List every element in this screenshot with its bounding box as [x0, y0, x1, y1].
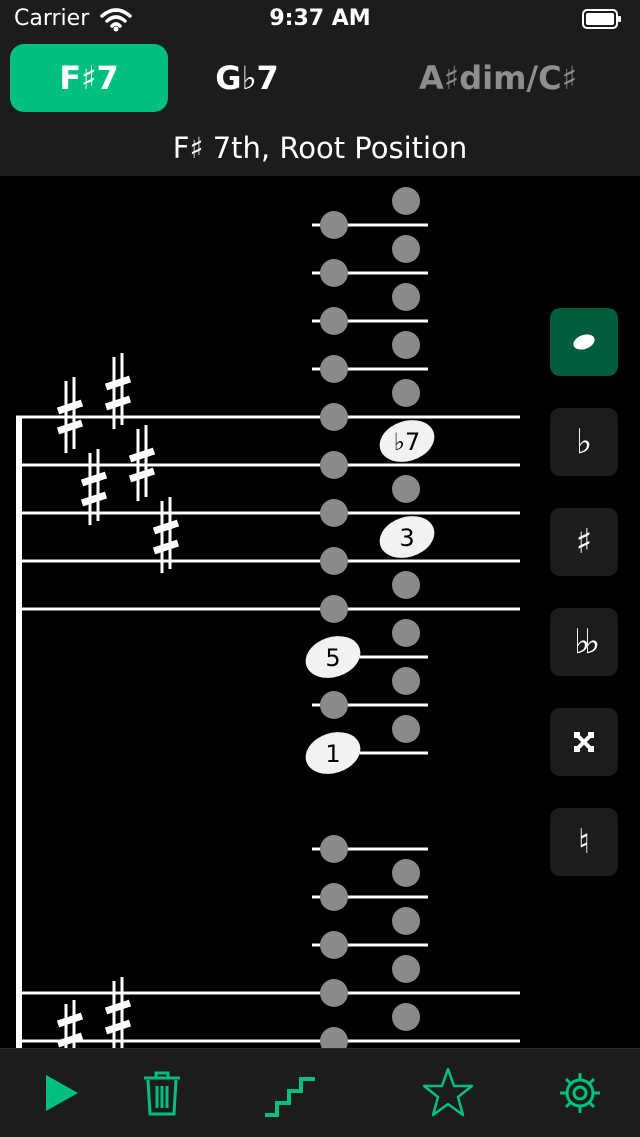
play-icon	[46, 1075, 78, 1111]
battery-icon	[582, 9, 621, 29]
tab-a-sharp-dim-c-sharp[interactable]: A♯dim/C♯	[386, 44, 610, 112]
sharp-icon: ♯	[575, 522, 593, 562]
natural-icon: ♮	[577, 822, 591, 862]
flat-icon: ♭	[575, 422, 593, 462]
gear-icon	[560, 1073, 600, 1113]
favorite-button[interactable]	[420, 1065, 476, 1121]
natural-button[interactable]: ♮	[550, 808, 618, 876]
bass-staff-lines	[16, 991, 520, 1043]
inversions-button[interactable]	[262, 1065, 318, 1121]
svg-text:♭7: ♭7	[394, 428, 421, 456]
settings-button[interactable]	[552, 1065, 608, 1121]
flat-button[interactable]: ♭	[550, 408, 618, 476]
music-staff[interactable]: ♭7 3 5 1	[0, 176, 640, 1048]
star-icon	[422, 1067, 474, 1117]
whole-note-icon	[573, 334, 595, 350]
svg-text:3: 3	[399, 524, 414, 552]
play-button[interactable]	[32, 1065, 88, 1121]
tab-g-flat-7[interactable]: G♭7	[180, 44, 314, 112]
double-flat-button[interactable]: ♭♭	[550, 608, 618, 676]
tab-f-sharp-7[interactable]: F♯7	[10, 44, 168, 112]
stairs-icon	[265, 1077, 315, 1117]
chord-note-root[interactable]: 1	[300, 725, 366, 780]
chord-note-flat-seventh[interactable]: ♭7	[374, 413, 440, 468]
double-sharp-button[interactable]	[550, 708, 618, 776]
double-flat-icon: ♭♭	[573, 622, 600, 662]
note-placeholders-left	[320, 211, 348, 1048]
whole-note-button[interactable]	[550, 308, 618, 376]
key-signature-sharps	[56, 353, 180, 1048]
double-sharp-icon	[574, 732, 594, 752]
treble-staff-lines	[16, 415, 520, 611]
chord-note-fifth[interactable]: 5	[300, 629, 366, 684]
sharp-button[interactable]: ♯	[550, 508, 618, 576]
svg-text:5: 5	[325, 644, 340, 672]
trash-icon	[144, 1071, 180, 1116]
bottom-toolbar	[0, 1048, 640, 1137]
delete-button[interactable]	[134, 1065, 190, 1121]
chord-note-third[interactable]: 3	[374, 509, 440, 564]
chord-tabs: F♯7 G♭7 A♯dim/C♯	[0, 40, 640, 118]
svg-text:1: 1	[325, 740, 340, 768]
chord-description: F♯ 7th, Root Position	[0, 118, 640, 176]
status-bar: Carrier 9:37 AM	[0, 0, 640, 40]
status-time: 9:37 AM	[269, 6, 371, 31]
